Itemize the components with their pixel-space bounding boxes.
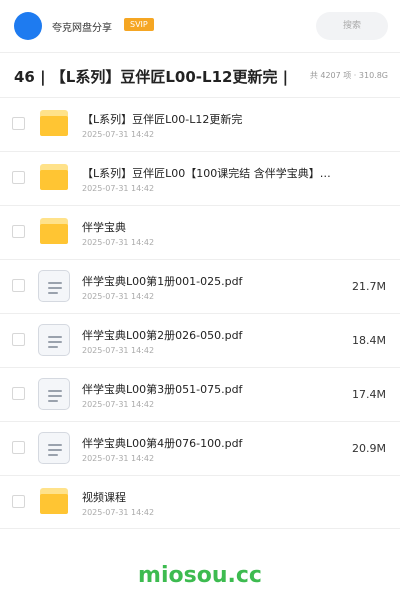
file-name: 伴学宝典L00第3册051-075.pdf <box>82 383 243 396</box>
file-name: 伴学宝典L00第2册026-050.pdf <box>82 329 243 342</box>
search-button[interactable]: 搜索 <box>316 12 388 40</box>
avatar[interactable] <box>14 12 42 40</box>
file-name: 【L系列】豆伴匠L00-L12更新完 <box>82 113 243 126</box>
file-date: 2025-07-31 14:42 <box>82 400 155 409</box>
file-date: 2025-07-31 14:42 <box>82 292 155 301</box>
file-name: 伴学宝典 <box>82 221 126 234</box>
file-row[interactable]: 伴学宝典L00第3册051-075.pdf 2025-07-31 14:42 1… <box>0 367 400 421</box>
file-row[interactable]: 伴学宝典L00第4册076-100.pdf 2025-07-31 14:42 2… <box>0 421 400 475</box>
file-date: 2025-07-31 14:42 <box>82 346 155 355</box>
file-size: 17.4M <box>352 388 386 401</box>
row-checkbox[interactable] <box>12 279 25 292</box>
row-checkbox[interactable] <box>12 441 25 454</box>
row-checkbox[interactable] <box>12 225 25 238</box>
file-row[interactable]: 视频课程 2025-07-31 14:42 <box>0 475 400 529</box>
file-date: 2025-07-31 14:42 <box>82 184 155 193</box>
folder-icon <box>40 110 68 136</box>
file-size: 21.7M <box>352 280 386 293</box>
folder-icon <box>40 164 68 190</box>
file-name: 伴学宝典L00第1册001-025.pdf <box>82 275 243 288</box>
share-stats: 共 4207 项 · 310.8G <box>309 71 388 80</box>
top-header: 夸克网盘分享 SVIP 搜索 <box>0 0 400 52</box>
file-size: 20.9M <box>352 442 386 455</box>
folder-icon <box>40 218 68 244</box>
file-row[interactable]: 伴学宝典L00第1册001-025.pdf 2025-07-31 14:42 2… <box>0 259 400 313</box>
file-date: 2025-07-31 14:42 <box>82 130 155 139</box>
file-row[interactable]: 伴学宝典 2025-07-31 14:42 <box>0 205 400 259</box>
row-checkbox[interactable] <box>12 387 25 400</box>
document-icon <box>38 432 70 464</box>
share-title-bar: 46 | 【L系列】豆伴匠L00-L12更新完 | 共 4207 项 · 310… <box>0 53 400 97</box>
document-icon <box>38 324 70 356</box>
file-name: 视频课程 <box>82 491 126 504</box>
brand-name: 夸克网盘分享 <box>52 23 112 34</box>
file-list: 【L系列】豆伴匠L00-L12更新完 2025-07-31 14:42 【L系列… <box>0 97 400 529</box>
document-icon <box>38 270 70 302</box>
row-checkbox[interactable] <box>12 117 25 130</box>
row-checkbox[interactable] <box>12 495 25 508</box>
row-checkbox[interactable] <box>12 333 25 346</box>
folder-icon <box>40 488 68 514</box>
share-title: 46 | 【L系列】豆伴匠L00-L12更新完 | <box>14 68 289 86</box>
file-row[interactable]: 伴学宝典L00第2册026-050.pdf 2025-07-31 14:42 1… <box>0 313 400 367</box>
document-icon <box>38 378 70 410</box>
file-name: 伴学宝典L00第4册076-100.pdf <box>82 437 243 450</box>
file-row[interactable]: 【L系列】豆伴匠L00-L12更新完 2025-07-31 14:42 <box>0 97 400 151</box>
file-date: 2025-07-31 14:42 <box>82 238 155 247</box>
row-checkbox[interactable] <box>12 171 25 184</box>
file-date: 2025-07-31 14:42 <box>82 508 155 517</box>
file-date: 2025-07-31 14:42 <box>82 454 155 463</box>
svip-badge: SVIP <box>124 18 154 31</box>
watermark-text: miosou.cc <box>138 563 262 588</box>
file-name: 【L系列】豆伴匠L00【100课完结 含伴学宝典】… <box>82 167 331 180</box>
file-size: 18.4M <box>352 334 386 347</box>
file-row[interactable]: 【L系列】豆伴匠L00【100课完结 含伴学宝典】… 2025-07-31 14… <box>0 151 400 205</box>
